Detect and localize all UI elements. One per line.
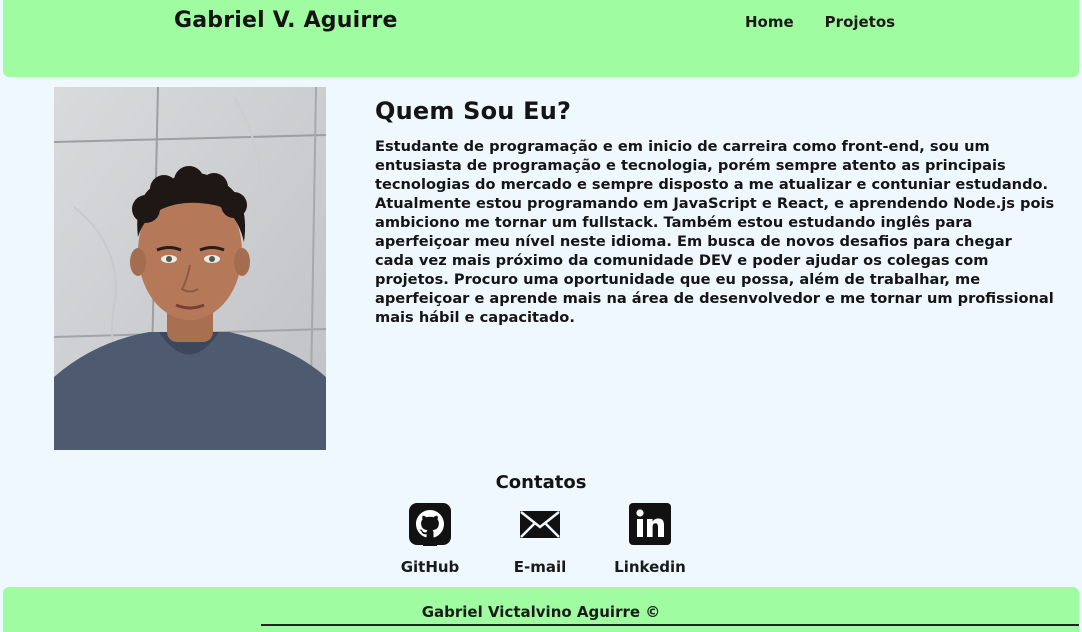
about-heading: Quem Sou Eu? bbox=[375, 97, 572, 125]
envelope-icon bbox=[518, 502, 562, 546]
footer-copyright: Gabriel Victalvino Aguirre © bbox=[421, 603, 661, 621]
linkedin-icon bbox=[628, 502, 672, 546]
contact-linkedin-label: Linkedin bbox=[614, 558, 686, 576]
site-brand: Gabriel V. Aguirre bbox=[174, 8, 398, 33]
contact-linkedin-link[interactable]: Linkedin bbox=[600, 502, 700, 576]
nav-projects-link[interactable]: Projetos bbox=[825, 13, 895, 31]
profile-photo bbox=[54, 87, 326, 450]
nav-home-link[interactable]: Home bbox=[745, 13, 794, 31]
github-icon bbox=[408, 502, 452, 546]
footer-divider bbox=[261, 624, 1079, 626]
site-header: Gabriel V. Aguirre Home Projetos bbox=[3, 0, 1079, 77]
about-section: Quem Sou Eu? Estudante de programação e … bbox=[375, 97, 1055, 327]
contact-email-link[interactable]: E-mail bbox=[490, 502, 590, 576]
contact-github-label: GitHub bbox=[400, 558, 460, 576]
contact-email-label: E-mail bbox=[513, 558, 567, 576]
contact-github-link[interactable]: GitHub bbox=[380, 502, 480, 576]
main-nav: Home Projetos bbox=[745, 13, 895, 31]
contacts-title: Contatos bbox=[495, 472, 587, 493]
about-text: Estudante de programação e em inicio de … bbox=[375, 138, 1055, 326]
